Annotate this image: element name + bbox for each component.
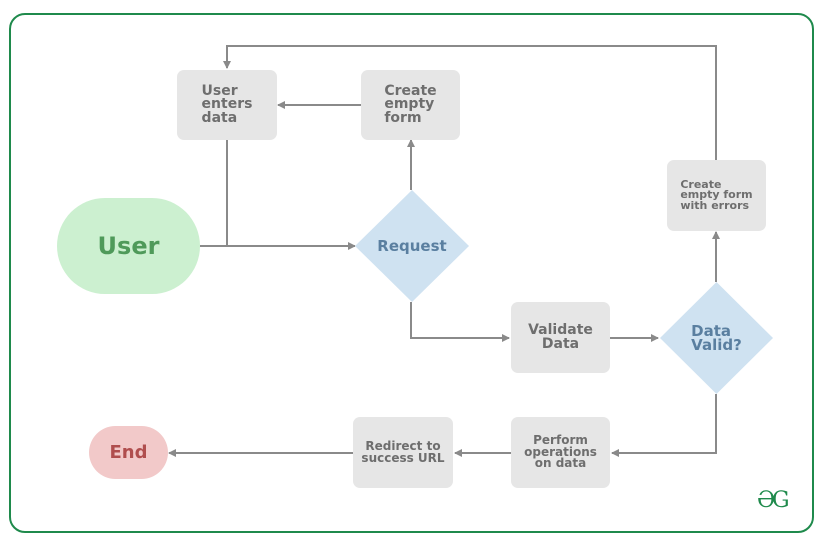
- node-perform-operations[interactable]: Perform operations on data: [511, 417, 610, 488]
- node-request[interactable]: Request: [355, 190, 469, 302]
- node-create-empty-form[interactable]: Create empty form: [361, 70, 460, 140]
- edge-request-validate: [410, 302, 510, 342]
- node-data-valid-line-2: Valid?: [691, 336, 742, 354]
- node-user[interactable]: User: [57, 198, 200, 294]
- gfg-logo-icon: ƏG: [757, 488, 790, 513]
- node-validate-data[interactable]: Validate Data: [511, 302, 610, 373]
- node-end[interactable]: End: [89, 426, 168, 479]
- node-user-label: User: [97, 232, 160, 260]
- node-create-form-with-errors-line-3: with errors: [680, 198, 750, 212]
- node-create-form-with-errors[interactable]: Create empty form with errors: [667, 160, 766, 231]
- node-request-label: Request: [377, 237, 447, 255]
- node-user-enters-data-line-3: data: [201, 109, 238, 126]
- node-user-enters-data[interactable]: User enters data: [177, 70, 277, 140]
- node-redirect-success[interactable]: Redirect to success URL: [353, 417, 453, 488]
- edge-errors-userenters: [223, 45, 717, 160]
- node-validate-data-line-2: Data: [541, 335, 580, 352]
- node-redirect-success-line-2: success URL: [361, 450, 445, 465]
- node-end-label: End: [109, 442, 148, 463]
- node-create-empty-form-line-3: form: [384, 109, 422, 126]
- edge-datavalid-perform: [611, 394, 717, 457]
- node-data-valid[interactable]: Data Valid?: [660, 282, 773, 394]
- node-perform-operations-line-3: on data: [534, 456, 587, 471]
